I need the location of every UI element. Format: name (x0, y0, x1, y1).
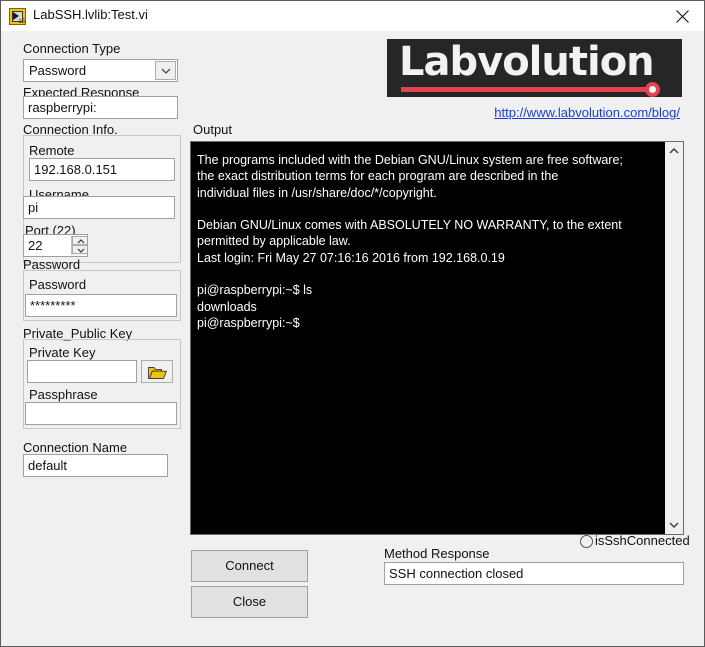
private-key-input[interactable] (27, 360, 137, 383)
chevron-down-icon[interactable] (155, 61, 176, 80)
labview-vi-icon: 15 (9, 8, 26, 25)
logo-accent-dot (645, 82, 660, 97)
close-button[interactable]: Close (191, 586, 308, 618)
connection-type-label: Connection Type (23, 41, 121, 56)
connection-type-value: Password (29, 63, 87, 78)
chevron-up-icon[interactable] (665, 142, 683, 160)
output-label: Output (193, 122, 233, 137)
method-response-value: SSH connection closed (384, 562, 684, 585)
passphrase-label: Passphrase (29, 387, 98, 402)
vi-front-panel-window: 15 LabSSH.lvlib:Test.vi Connection Type … (0, 0, 705, 647)
expected-response-input[interactable]: raspberrypi: (23, 96, 178, 119)
passphrase-input[interactable] (25, 402, 177, 425)
port-stepper[interactable] (71, 236, 87, 255)
remote-label: Remote (29, 143, 75, 158)
folder-open-icon[interactable] (141, 360, 173, 383)
username-input[interactable]: pi (23, 196, 175, 219)
port-input[interactable]: 22 (23, 234, 88, 257)
method-response-label: Method Response (384, 546, 490, 561)
password-label: Password (29, 277, 87, 292)
port-stepper-up[interactable] (72, 236, 87, 245)
output-terminal[interactable]: The programs included with the Debian GN… (190, 141, 684, 535)
close-icon[interactable] (660, 1, 704, 30)
connection-name-label: Connection Name (23, 440, 128, 455)
port-value: 22 (28, 238, 43, 253)
logo-accent-bar (401, 87, 651, 92)
output-terminal-text: The programs included with the Debian GN… (197, 153, 623, 330)
window-title: LabSSH.lvlib:Test.vi (33, 7, 148, 22)
remote-input[interactable]: 192.168.0.151 (29, 158, 175, 181)
password-input[interactable]: ********* (25, 294, 177, 317)
output-scrollbar[interactable] (664, 142, 683, 534)
port-stepper-down[interactable] (72, 245, 87, 254)
labvolution-logo: Labvolution (387, 39, 682, 97)
connect-button[interactable]: Connect (191, 550, 308, 582)
chevron-down-icon[interactable] (665, 516, 683, 534)
connection-name-input[interactable]: default (23, 454, 168, 477)
logo-wordmark: Labvolution (399, 39, 655, 85)
is-ssh-connected-led (580, 535, 593, 548)
title-bar: 15 LabSSH.lvlib:Test.vi (1, 1, 704, 31)
blog-link[interactable]: http://www.labvolution.com/blog/ (494, 105, 680, 120)
private-key-label: Private Key (29, 345, 96, 360)
connection-type-select[interactable]: Password (23, 59, 178, 82)
is-ssh-connected-label: isSshConnected (595, 533, 690, 548)
